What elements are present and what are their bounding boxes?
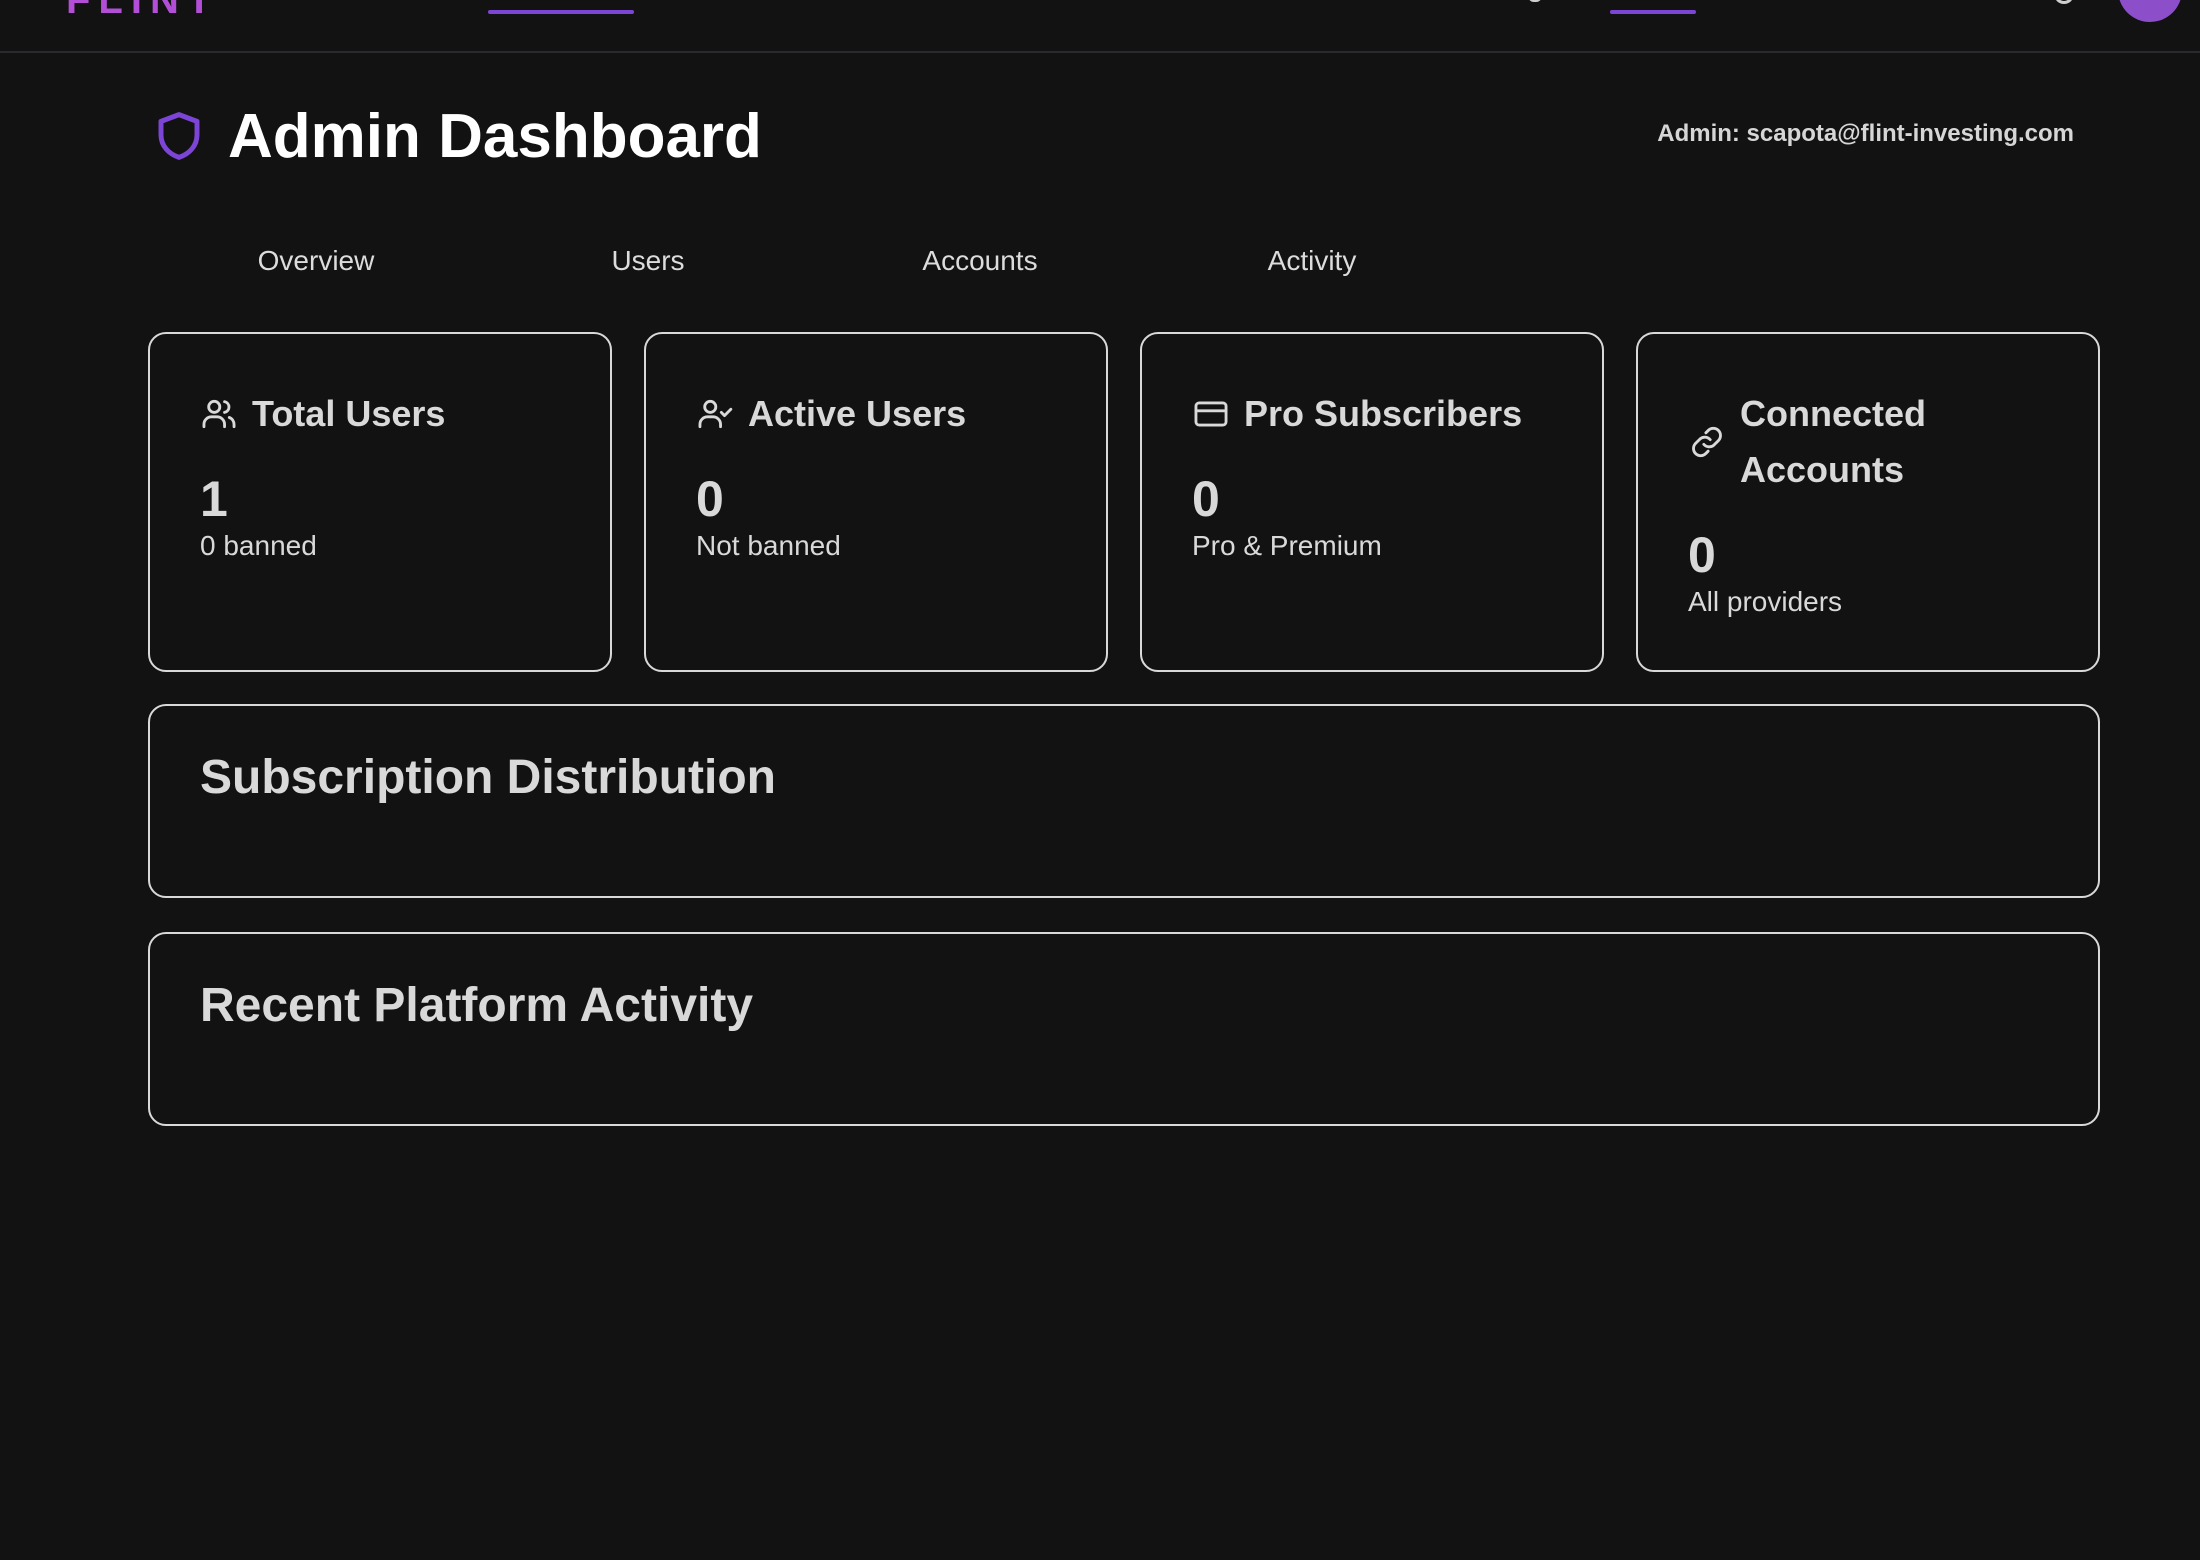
stat-label: Connected Accounts [1740, 393, 1927, 490]
stat-subtext: Pro & Premium [1192, 530, 1382, 561]
stat-value: 1 [200, 471, 228, 527]
stat-subtext: Not banned [696, 530, 841, 561]
avatar[interactable] [2118, 0, 2182, 22]
tab-users[interactable]: Users [482, 236, 814, 286]
brand-logo[interactable]: FLINT [66, 0, 219, 23]
stat-card-pro-subscribers: Pro Subscribers 0 Pro & Premium [1140, 332, 1604, 672]
link-icon [1692, 426, 1722, 458]
stat-subtext: All providers [1688, 586, 1843, 617]
stat-subtext: 0 banned [200, 530, 317, 561]
stat-card-total-users: Total Users 1 0 banned [148, 332, 612, 672]
subscription-distribution-panel: Subscription Distribution [148, 704, 2100, 898]
stat-card-active-users: Active Users 0 Not banned [644, 332, 1108, 672]
admin-email: Admin: scapota@flint-investing.com [1657, 120, 2074, 147]
stat-label: Pro Subscribers [1244, 393, 1523, 434]
stat-value: 0 [1688, 527, 1716, 583]
recent-activity-panel: Recent Platform Activity [148, 932, 2100, 1126]
shield-icon [158, 112, 200, 160]
tab-accounts[interactable]: Accounts [814, 236, 1146, 286]
stat-label: Total Users [252, 393, 446, 434]
notification-icon[interactable] [2054, 0, 2074, 4]
tab-activity[interactable]: Activity [1146, 236, 1478, 286]
tab-overview[interactable]: Overview [150, 236, 482, 286]
stat-label: Active Users [748, 393, 967, 434]
credit-card-icon [1194, 401, 1228, 427]
nav-active-indicator-secondary [1610, 10, 1696, 14]
nav-item-fragment[interactable] [1528, 0, 1542, 2]
dashboard-tabs: Overview Users Accounts Activity [150, 236, 1482, 286]
stat-value: 0 [1192, 471, 1220, 527]
section-title: Subscription Distribution [200, 751, 776, 804]
stat-value: 0 [696, 471, 724, 527]
users-icon [202, 399, 236, 429]
section-title: Recent Platform Activity [200, 979, 754, 1032]
stat-card-connected-accounts: Connected Accounts 0 All providers [1636, 332, 2100, 672]
nav-active-indicator [488, 10, 634, 14]
user-check-icon [698, 399, 733, 429]
top-navigation: FLINT [0, 0, 2200, 53]
page-title: Admin Dashboard [228, 102, 762, 171]
